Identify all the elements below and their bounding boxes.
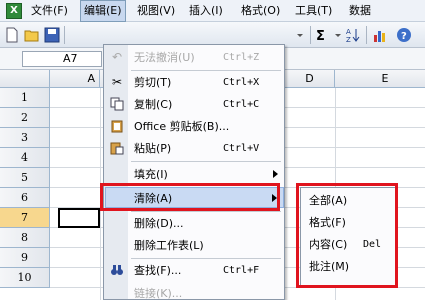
menu-item-label: Office 剪贴板(B)...: [134, 120, 230, 133]
row-header-8[interactable]: 8: [0, 228, 50, 248]
menu-separator: [131, 211, 281, 212]
column-header-e[interactable]: E: [345, 70, 425, 88]
menu-insert[interactable]: 插入(I): [186, 0, 226, 22]
menu-item-label: 填充(I): [134, 168, 168, 181]
row-header-10[interactable]: 10: [0, 268, 50, 288]
edit-menu-dropdown: ↶ 无法撤消(U) Ctrl+Z ✂ 剪切(T) Ctrl+X 复制(C) Ct…: [103, 44, 285, 300]
toolbar-separator: [310, 26, 311, 44]
menu-item-label: 粘贴(P): [134, 142, 172, 155]
dropdown-arrow-icon[interactable]: [330, 27, 346, 43]
menu-separator: [131, 161, 281, 162]
row-header-5[interactable]: 5: [0, 168, 50, 188]
save-icon[interactable]: [44, 27, 60, 43]
menu-file[interactable]: 文件(F): [28, 0, 71, 22]
menu-item-find[interactable]: 查找(F)... Ctrl+F: [105, 260, 284, 281]
copy-icon: [110, 97, 124, 111]
select-all-corner[interactable]: [0, 70, 50, 88]
svg-text:A: A: [346, 28, 351, 36]
name-box-value: A7: [63, 52, 78, 65]
column-header-d[interactable]: D: [285, 70, 335, 88]
menu-separator: [131, 258, 281, 259]
menu-item-cut[interactable]: ✂ 剪切(T) Ctrl+X: [105, 72, 284, 93]
menu-item-delete-sheet[interactable]: 删除工作表(L): [105, 235, 284, 256]
svg-text:Σ: Σ: [316, 29, 325, 43]
menu-data[interactable]: 数据: [346, 0, 374, 22]
menu-item-shortcut: Ctrl+Z: [223, 52, 260, 63]
row-header-7[interactable]: 7: [0, 208, 50, 228]
binoculars-icon: [110, 263, 124, 277]
row-header-1[interactable]: 1: [0, 88, 50, 108]
menu-item-shortcut: Ctrl+C: [223, 99, 260, 110]
chart-wizard-icon[interactable]: [372, 27, 388, 43]
menu-item-label: 链接(K)...: [134, 287, 183, 300]
row-header-9[interactable]: 9: [0, 248, 50, 268]
menu-item-shortcut: Ctrl+F: [223, 265, 260, 276]
highlight-box-clear: [100, 183, 280, 211]
menu-item-office-clipboard[interactable]: Office 剪贴板(B)...: [105, 116, 284, 137]
open-folder-icon[interactable]: [24, 27, 40, 43]
undo-icon: ↶: [111, 50, 123, 64]
clipboard-icon: [110, 119, 124, 133]
menu-view[interactable]: 视图(V): [134, 0, 178, 22]
menu-item-fill[interactable]: 填充(I): [105, 164, 284, 185]
highlight-box-submenu: [296, 183, 398, 288]
excel-app-icon[interactable]: X: [6, 3, 22, 19]
menu-edit[interactable]: 编辑(E): [80, 0, 126, 22]
scissors-icon: ✂: [111, 75, 123, 89]
row-header-6[interactable]: 6: [0, 188, 50, 208]
help-icon[interactable]: ?: [396, 27, 412, 43]
sort-ascending-icon[interactable]: AZ: [345, 27, 361, 43]
menu-item-links[interactable]: 链接(K)...: [105, 283, 284, 300]
menu-item-copy[interactable]: 复制(C) Ctrl+C: [105, 94, 284, 115]
autosum-icon[interactable]: Σ: [314, 27, 330, 43]
row-header-2[interactable]: 2: [0, 108, 50, 128]
active-cell-a7[interactable]: [58, 208, 100, 228]
menu-item-paste[interactable]: 粘贴(P) Ctrl+V: [105, 138, 284, 159]
menu-item-label: 删除工作表(L): [134, 239, 204, 252]
dropdown-arrow-icon[interactable]: [292, 27, 308, 43]
svg-text:Z: Z: [346, 36, 351, 43]
menu-item-label: 复制(C): [134, 98, 173, 111]
new-document-icon[interactable]: [4, 27, 20, 43]
menu-item-label: 无法撤消(U): [134, 51, 195, 64]
column-header-a[interactable]: A: [50, 70, 100, 88]
svg-text:?: ?: [401, 31, 407, 42]
menu-item-label: 剪切(T): [134, 76, 172, 89]
toolbar-separator: [366, 26, 367, 44]
row-header-4[interactable]: 4: [0, 148, 50, 168]
row-header-3[interactable]: 3: [0, 128, 50, 148]
paste-icon: [110, 141, 124, 155]
menu-item-shortcut: Ctrl+X: [223, 77, 260, 88]
toolbar-separator: [64, 26, 65, 44]
menu-item-delete[interactable]: 删除(D)...: [105, 213, 284, 234]
submenu-arrow-icon: [273, 170, 278, 178]
menu-separator: [131, 70, 281, 71]
menu-bar: X 文件(F) 编辑(E) 视图(V) 插入(I) 格式(O) 工具(T) 数据: [0, 0, 425, 22]
menu-tools[interactable]: 工具(T): [292, 0, 335, 22]
menu-item-shortcut: Ctrl+V: [223, 143, 260, 154]
menu-item-undo[interactable]: ↶ 无法撤消(U) Ctrl+Z: [105, 47, 284, 68]
menu-item-label: 删除(D)...: [134, 217, 184, 230]
name-box[interactable]: A7: [22, 51, 102, 67]
menu-item-label: 查找(F)...: [134, 264, 182, 277]
menu-format[interactable]: 格式(O): [238, 0, 283, 22]
